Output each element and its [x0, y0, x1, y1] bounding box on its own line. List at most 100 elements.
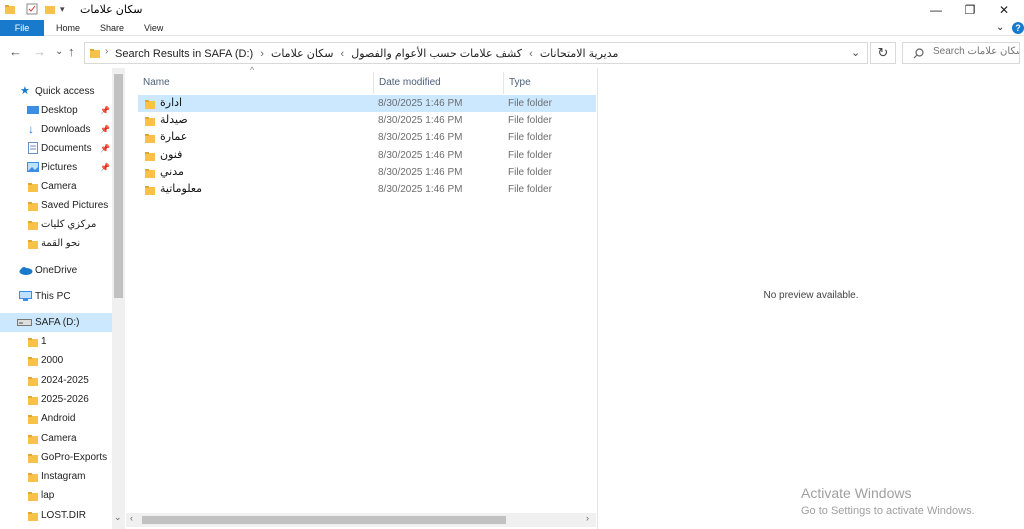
folder-icon — [90, 49, 100, 58]
tab-view[interactable]: View — [144, 20, 163, 36]
table-row[interactable]: فنون 8/30/2025 1:46 PM File folder — [138, 147, 596, 164]
folder-icon — [5, 5, 15, 14]
qat-dropdown[interactable]: ▾ — [60, 4, 65, 15]
help-icon[interactable]: ? — [1012, 22, 1024, 34]
folder-icon — [28, 357, 38, 367]
scroll-left-icon[interactable]: ‹ — [130, 513, 133, 523]
file-type: File folder — [508, 98, 552, 109]
pin-icon: 📌 — [100, 163, 110, 172]
folder-icon — [145, 151, 155, 161]
breadcrumb-exams-directorate[interactable]: مديرية الامتحانات — [540, 48, 619, 60]
table-row[interactable]: ادارة 8/30/2025 1:46 PM File folder — [138, 95, 596, 112]
activate-windows-title: Activate Windows — [801, 485, 912, 501]
folder-icon — [28, 473, 38, 483]
computer-icon — [19, 291, 32, 301]
title-bar: ▾ سكان علامات — ❐ ✕ — [0, 0, 1024, 20]
column-header-type[interactable]: Type — [509, 72, 531, 94]
forward-button[interactable]: → — [33, 44, 46, 59]
file-name: معلوماتية — [160, 183, 203, 195]
folder-icon — [28, 395, 38, 405]
back-button[interactable]: ← — [9, 44, 22, 59]
sidebar-item-folder[interactable]: Camera — [0, 429, 112, 448]
breadcrumb: Search Results in SAFA (D:) › مديرية الا… — [115, 48, 619, 60]
sidebar-item-this-pc[interactable]: This PC — [0, 287, 112, 306]
sidebar-item-folder[interactable]: GoPro-Exports — [0, 448, 112, 467]
file-type: File folder — [508, 166, 552, 178]
folder-icon — [28, 202, 38, 211]
table-row[interactable]: صيدلة 8/30/2025 1:46 PM File folder — [138, 112, 596, 129]
file-type: File folder — [508, 132, 552, 144]
folder-icon — [28, 434, 38, 444]
search-icon — [913, 48, 924, 59]
up-button[interactable]: ↑ — [68, 44, 75, 59]
column-header-date[interactable]: Date modified — [379, 72, 441, 94]
breadcrumb-grades-sheet[interactable]: كشف علامات حسب الأعوام والفصول — [351, 48, 522, 60]
sidebar-item-folder[interactable]: 2000 — [0, 351, 112, 370]
scroll-right-icon[interactable]: › — [586, 513, 589, 523]
sidebar-item-pictures[interactable]: Pictures 📌 — [0, 158, 112, 177]
new-folder-icon[interactable] — [44, 3, 56, 15]
sort-indicator-icon: ^ — [250, 65, 255, 75]
sidebar-item-saved-pictures[interactable]: Saved Pictures — [0, 196, 112, 215]
restore-button[interactable]: ❐ — [954, 0, 986, 20]
folder-icon — [145, 168, 155, 178]
tab-file[interactable]: File — [0, 20, 44, 36]
refresh-button[interactable]: ↻ — [870, 42, 896, 64]
pin-icon: 📌 — [100, 125, 110, 134]
close-button[interactable]: ✕ — [988, 0, 1020, 20]
file-date: 8/30/2025 1:46 PM — [378, 115, 463, 127]
sidebar-item-folder[interactable]: 2024-2025 — [0, 371, 112, 390]
file-type: File folder — [508, 184, 552, 195]
table-row[interactable]: معلوماتية 8/30/2025 1:46 PM File folder — [138, 181, 596, 198]
breadcrumb-search-results[interactable]: Search Results in SAFA (D:) — [115, 48, 253, 60]
star-icon: ★ — [20, 85, 30, 97]
file-name: عمارة — [160, 131, 188, 144]
address-bar[interactable]: › Search Results in SAFA (D:) › مديرية ا… — [84, 42, 868, 64]
activate-windows-subtitle: Go to Settings to activate Windows. — [801, 505, 975, 517]
horizontal-scrollbar[interactable]: ‹ › — [126, 513, 596, 527]
column-header-name[interactable]: Name — [143, 72, 170, 94]
sidebar-item-desktop[interactable]: Desktop 📌 — [0, 101, 112, 120]
search-input[interactable] — [933, 46, 1019, 57]
breadcrumb-scan-grades[interactable]: سكان علامات — [271, 48, 334, 60]
tab-share[interactable]: Share — [100, 20, 124, 36]
sidebar-item-documents[interactable]: Documents 📌 — [0, 139, 112, 158]
window-title: سكان علامات — [80, 4, 143, 16]
sidebar-item-folder[interactable]: 1 — [0, 332, 112, 351]
file-name: فنون — [160, 148, 183, 161]
sidebar-item-folder[interactable]: LOST.DIR — [0, 506, 112, 525]
folder-icon — [145, 117, 155, 127]
sidebar-item-camera[interactable]: Camera — [0, 177, 112, 196]
search-box[interactable] — [902, 42, 1020, 64]
navigation-scrollbar[interactable]: ⌄ — [112, 68, 125, 529]
folder-icon — [145, 100, 155, 109]
table-row[interactable]: عمارة 8/30/2025 1:46 PM File folder — [138, 129, 596, 146]
sidebar-item-towards-the-top[interactable]: نحو القمة — [0, 234, 112, 253]
scrollbar-thumb[interactable] — [114, 74, 123, 298]
download-arrow-icon: ↓ — [28, 122, 34, 136]
sidebar-item-safa-drive[interactable]: SAFA (D:) — [0, 313, 112, 332]
tab-home[interactable]: Home — [56, 20, 80, 36]
file-type: File folder — [508, 115, 552, 127]
folder-icon — [28, 240, 38, 249]
address-dropdown-icon[interactable]: ⌄ — [851, 46, 860, 59]
file-date: 8/30/2025 1:46 PM — [378, 166, 463, 178]
file-date: 8/30/2025 1:46 PM — [378, 132, 463, 144]
recent-locations-button[interactable]: ⌄ — [55, 46, 63, 57]
sidebar-item-central-colleges[interactable]: مركزي كليات — [0, 215, 112, 234]
sidebar-item-folder[interactable]: 2025-2026 — [0, 390, 112, 409]
table-row[interactable]: مدني 8/30/2025 1:46 PM File folder — [138, 164, 596, 181]
file-name: مدني — [160, 165, 184, 178]
sidebar-item-folder[interactable]: lap — [0, 486, 112, 505]
ribbon-expand-icon[interactable]: ⌄ — [996, 20, 1004, 36]
file-name: صيدلة — [160, 114, 188, 127]
scrollbar-thumb[interactable] — [142, 516, 506, 524]
sidebar-item-onedrive[interactable]: OneDrive — [0, 261, 112, 280]
sidebar-item-folder[interactable]: Instagram — [0, 467, 112, 486]
sidebar-item-folder[interactable]: Android — [0, 409, 112, 428]
sidebar-item-downloads[interactable]: ↓ Downloads 📌 — [0, 120, 112, 139]
minimize-button[interactable]: — — [920, 0, 952, 20]
properties-icon[interactable] — [26, 3, 38, 15]
sidebar-item-quick-access[interactable]: ★ Quick access — [0, 82, 112, 101]
scroll-down-icon[interactable]: ⌄ — [114, 512, 122, 523]
